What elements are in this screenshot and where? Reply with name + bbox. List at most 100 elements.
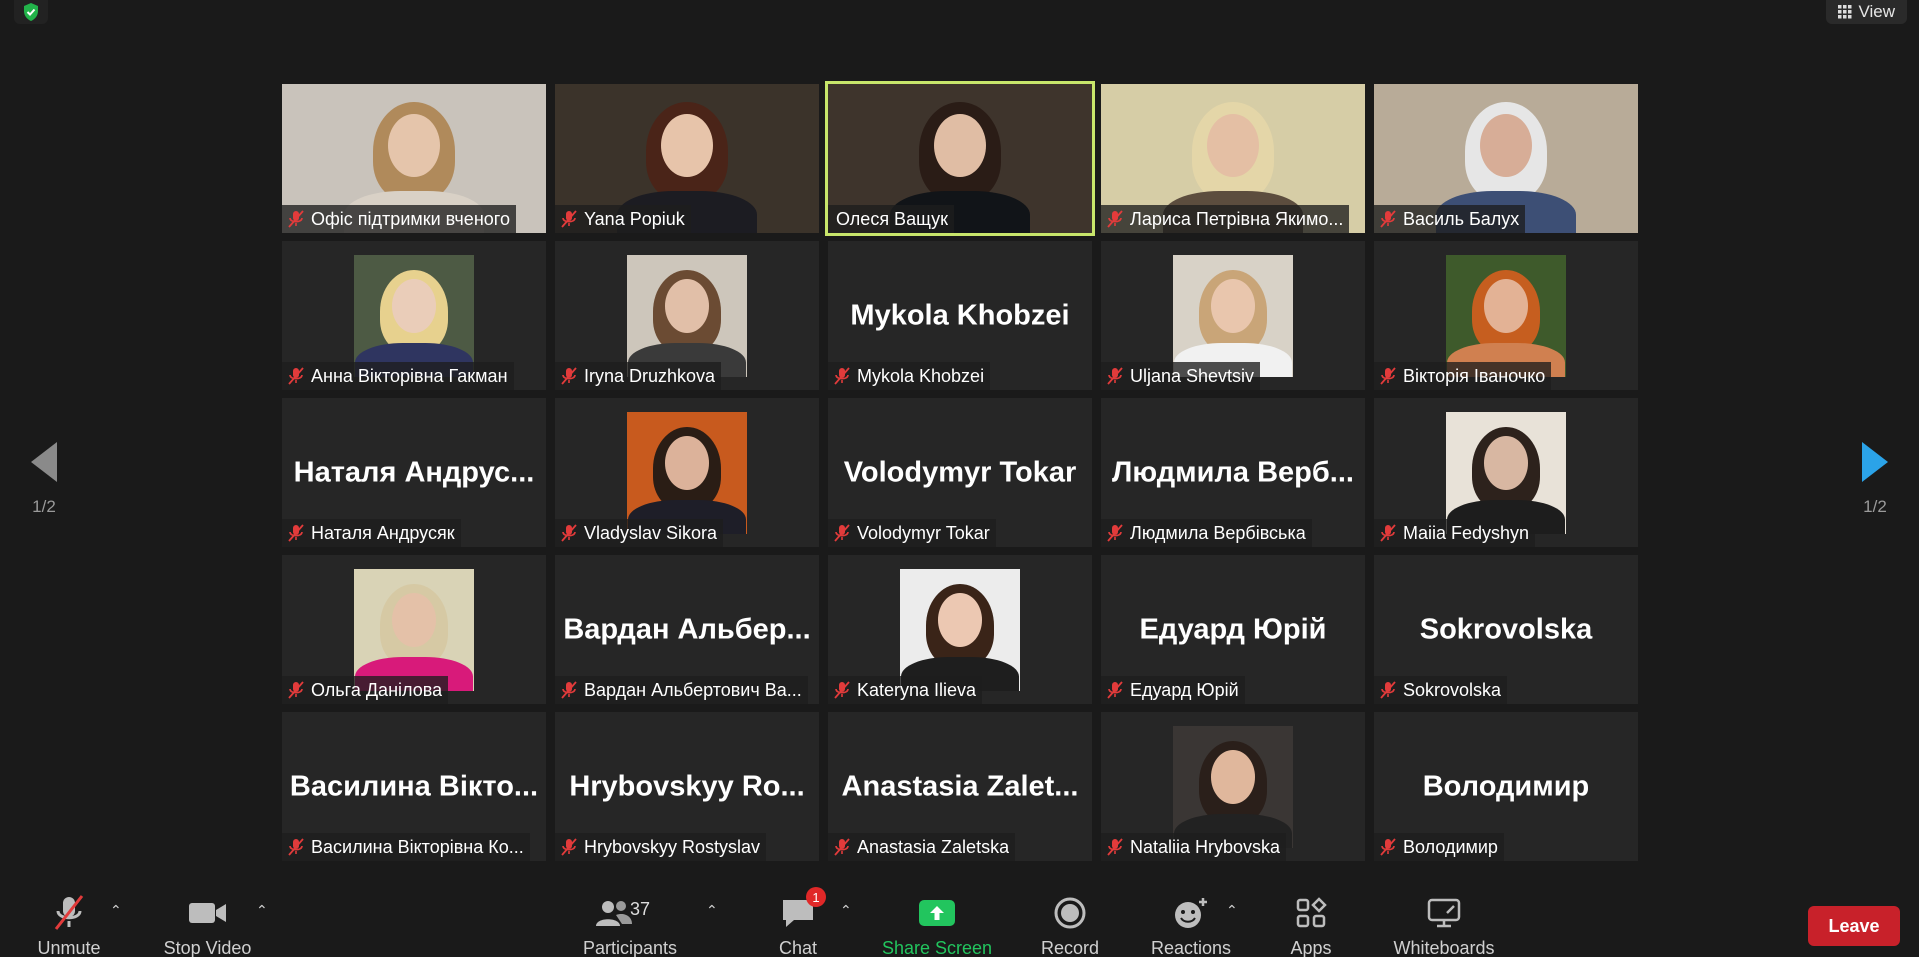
participant-video (354, 255, 474, 377)
participant-tile[interactable]: Анна Вікторівна Гакман (282, 241, 546, 390)
apps-button[interactable]: Apps (1288, 877, 1334, 957)
zoom-meeting-window: View Офіс підтримки вченого Yana Popiuk Ол… (0, 0, 1919, 957)
mic-muted-icon (286, 680, 306, 700)
participant-tile[interactable]: Володимир Володимир (1374, 712, 1638, 861)
participant-name: Вардан Альбертович Ва... (584, 679, 802, 700)
mic-muted-icon (1105, 523, 1125, 543)
participant-name: Вікторія Іваночко (1403, 365, 1546, 386)
participant-tile[interactable]: Ольга Данілова (282, 555, 546, 704)
participant-video (354, 569, 474, 691)
participants-button[interactable]: 37 Participants (580, 877, 680, 957)
participant-name: Василина Вікторівна Ко... (311, 836, 524, 857)
participant-name: Анна Вікторівна Гакман (311, 365, 508, 386)
participant-tile[interactable]: Офіс підтримки вченого (282, 84, 546, 233)
participant-tile[interactable]: Людмила Верб... Людмила Вербівська (1101, 398, 1365, 547)
mic-muted-icon (559, 366, 579, 386)
participant-display-name: Вардан Альбер... (563, 613, 811, 645)
prev-page-button[interactable]: 1/2 (14, 440, 74, 517)
mic-muted-icon (832, 366, 852, 386)
participant-tile[interactable]: Sokrovolska Sokrovolska (1374, 555, 1638, 704)
participant-name-label: Вардан Альбертович Ва... (555, 676, 808, 704)
participant-tile[interactable]: Олеся Ващук (825, 81, 1095, 236)
whiteboards-label: Whiteboards (1393, 939, 1495, 957)
participant-name: Vladyslav Sikora (584, 522, 718, 543)
chat-button[interactable]: 1 Chat (770, 877, 826, 957)
participant-display-name: Наталя Андрус... (293, 456, 535, 488)
participant-video (1173, 726, 1293, 848)
participant-name: Iryna Druzhkova (584, 365, 716, 386)
record-icon (1054, 897, 1086, 929)
reactions-button[interactable]: Reactions (1148, 877, 1234, 957)
participant-tile[interactable]: Hrybovskyy Ro... Hrybovskyy Rostyslav (555, 712, 819, 861)
participant-display-name: Volodymyr Tokar (843, 456, 1077, 488)
participants-options-caret-icon[interactable]: ⌃ (706, 902, 718, 919)
participant-tile[interactable]: Maiia Fedyshyn (1374, 398, 1638, 547)
video-options-caret-icon[interactable]: ⌃ (256, 902, 268, 919)
participant-tile[interactable]: Yana Popiuk (555, 84, 819, 233)
participant-video (1446, 255, 1566, 377)
participant-tile[interactable]: Вікторія Іваночко (1374, 241, 1638, 390)
record-label: Record (1040, 939, 1100, 957)
participant-name: Людмила Вербівська (1130, 522, 1306, 543)
view-button[interactable]: View (1826, 0, 1907, 24)
participant-name-label: Олеся Ващук (828, 205, 954, 233)
participants-count: 37 (630, 899, 651, 919)
arrow-right-icon (1862, 442, 1888, 482)
reactions-label: Reactions (1150, 939, 1232, 957)
mic-muted-icon (286, 523, 306, 543)
participant-name: Sokrovolska (1403, 679, 1502, 700)
chat-options-caret-icon[interactable]: ⌃ (840, 902, 852, 919)
next-page-button[interactable]: 1/2 (1845, 440, 1905, 517)
participant-name-label: Uljana Shevtsiv (1101, 362, 1261, 390)
gallery-grid: Офіс підтримки вченого Yana Popiuk Олеся В… (282, 81, 1638, 864)
participant-tile[interactable]: Kateryna Ilieva (828, 555, 1092, 704)
participant-name: Ольга Данілова (311, 679, 443, 700)
participant-name-label: Василина Вікторівна Ко... (282, 833, 530, 861)
participant-name-label: Yana Popiuk (555, 205, 691, 233)
mic-muted-icon (832, 837, 852, 857)
participants-label: Participants (582, 939, 678, 957)
chat-unread-badge: 1 (806, 887, 826, 907)
participant-tile[interactable]: Наталя Андрус... Наталя Андрусяк (282, 398, 546, 547)
participant-name-label: Вікторія Іваночко (1374, 362, 1552, 390)
record-button[interactable]: Record (1035, 877, 1105, 957)
participant-name-label: Hrybovskyy Rostyslav (555, 833, 767, 861)
unmute-button[interactable]: Unmute (34, 877, 104, 957)
stop-video-button[interactable]: Stop Video (160, 877, 255, 957)
participant-name-label: Vladyslav Sikora (555, 519, 724, 547)
participant-tile[interactable]: Mykola Khobzei Mykola Khobzei (828, 241, 1092, 390)
mic-muted-icon (832, 680, 852, 700)
participant-tile[interactable]: Anastasia Zalet... Anastasia Zaletska (828, 712, 1092, 861)
participant-tile[interactable]: Volodymyr Tokar Volodymyr Tokar (828, 398, 1092, 547)
mic-muted-icon (559, 680, 579, 700)
participant-name-label: Едуард Юрій (1101, 676, 1245, 704)
participant-video (627, 255, 747, 377)
mic-muted-icon (559, 209, 579, 229)
participant-tile[interactable]: Uljana Shevtsiv (1101, 241, 1365, 390)
participant-tile[interactable]: Nataliia Hrybovska (1101, 712, 1365, 861)
audio-options-caret-icon[interactable]: ⌃ (110, 902, 122, 919)
page-indicator-left: 1/2 (32, 497, 56, 516)
mic-muted-icon (832, 523, 852, 543)
leave-button[interactable]: Leave (1808, 906, 1900, 946)
participant-name-label: Офіс підтримки вченого (282, 205, 516, 233)
participant-tile[interactable]: Вардан Альбер... Вардан Альбертович Ва... (555, 555, 819, 704)
participant-tile[interactable]: Vladyslav Sikora (555, 398, 819, 547)
participant-tile[interactable]: Василь Балух (1374, 84, 1638, 233)
participant-video (900, 569, 1020, 691)
participant-name: Yana Popiuk (584, 208, 685, 229)
participant-tile[interactable]: Василина Вікто... Василина Вікторівна Ко.… (282, 712, 546, 861)
participant-tile[interactable]: Iryna Druzhkova (555, 241, 819, 390)
whiteboards-button[interactable]: Whiteboards (1390, 877, 1498, 957)
page-indicator-right: 1/2 (1863, 497, 1887, 516)
participant-name-label: Sokrovolska (1374, 676, 1508, 704)
participant-tile[interactable]: Едуард Юрій Едуард Юрій (1101, 555, 1365, 704)
participant-name-label: Володимир (1374, 833, 1504, 861)
share-screen-button[interactable]: Share Screen (878, 877, 996, 957)
participant-name: Uljana Shevtsiv (1130, 365, 1255, 386)
mic-muted-icon (1378, 680, 1398, 700)
reactions-options-caret-icon[interactable]: ⌃ (1226, 902, 1238, 919)
security-shield-icon[interactable] (14, 0, 48, 24)
participant-display-name: Василина Вікто... (289, 770, 539, 802)
participant-tile[interactable]: Лариса Петрівна Якимо... (1101, 84, 1365, 233)
